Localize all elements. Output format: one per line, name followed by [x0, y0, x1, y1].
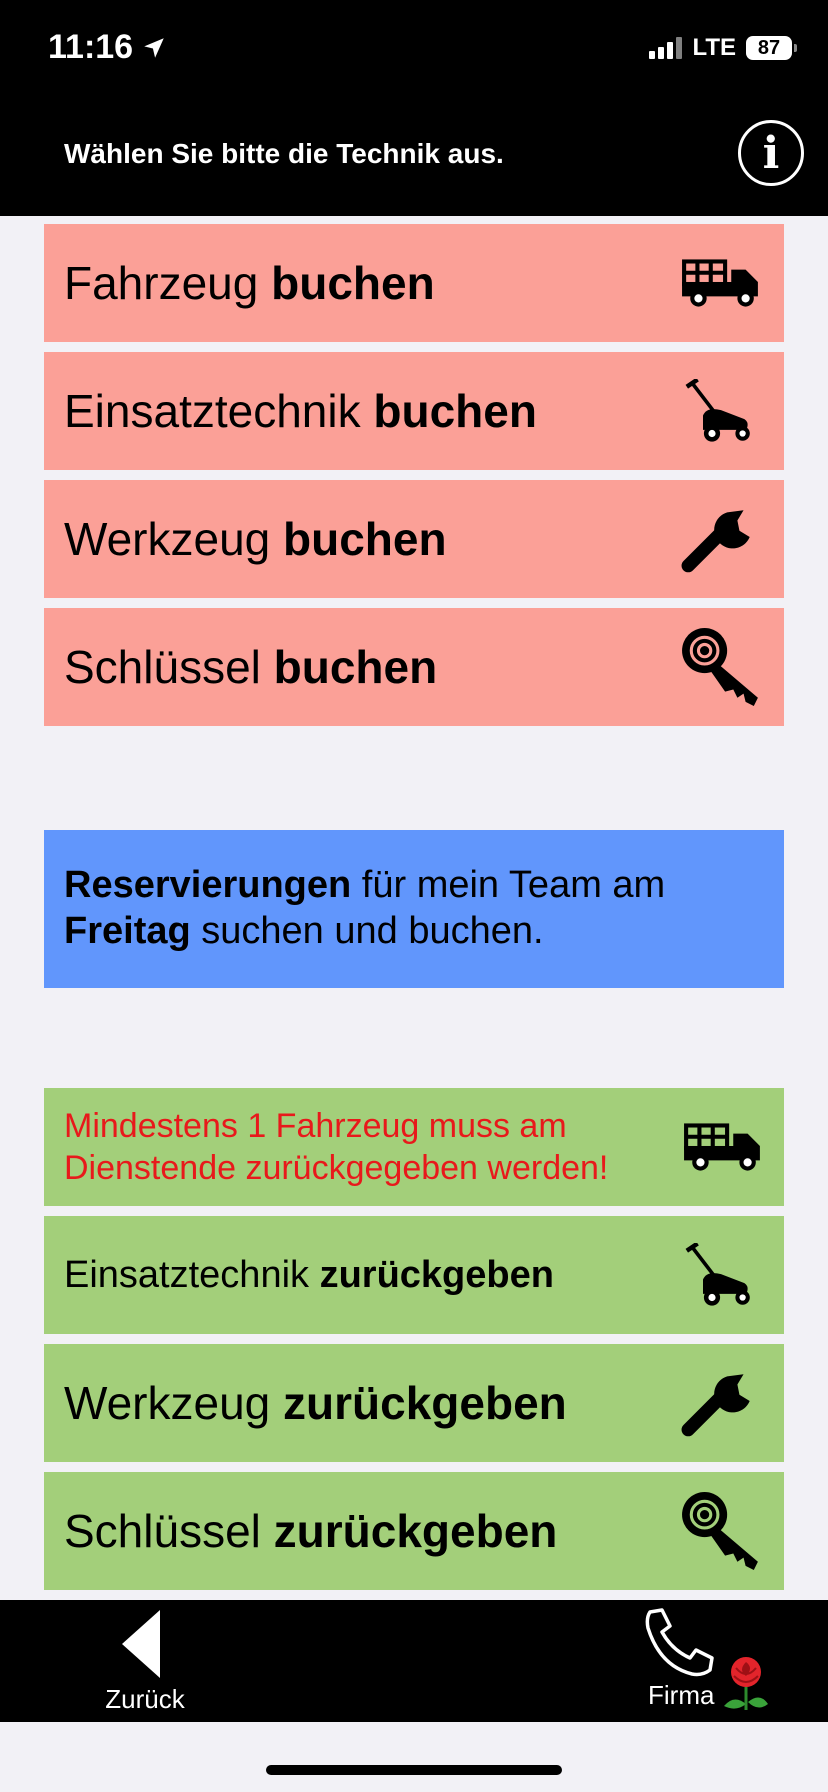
reservation-bold-1: Reservierungen: [64, 864, 352, 906]
reservation-text-2: suchen und buchen.: [190, 910, 544, 952]
label-bold: buchen: [283, 513, 447, 565]
phone-icon: [645, 1608, 714, 1677]
return-tool-label: Werkzeug zurückgeben: [64, 1376, 567, 1430]
label-text: Einsatztechnik: [64, 1253, 320, 1296]
book-key-button[interactable]: Schlüssel buchen: [44, 608, 784, 726]
home-indicator[interactable]: [266, 1765, 562, 1775]
book-vehicle-button[interactable]: Fahrzeug buchen: [44, 224, 784, 342]
app-header: Wählen Sie bitte die Technik aus. i: [0, 100, 828, 216]
book-key-label: Schlüssel buchen: [64, 640, 437, 694]
return-vehicle-button[interactable]: Mindestens 1 Fahrzeug muss am Dienstende…: [44, 1088, 784, 1206]
company-label: Firma: [648, 1680, 715, 1710]
return-equipment-button[interactable]: Einsatztechnik zurückgeben: [44, 1216, 784, 1334]
wrench-icon: [678, 496, 764, 582]
book-tool-button[interactable]: Werkzeug buchen: [44, 480, 784, 598]
reservation-bold-2: Freitag: [64, 910, 191, 952]
battery-level: 87: [757, 36, 781, 59]
info-icon: i: [762, 127, 780, 179]
book-vehicle-label: Fahrzeug buchen: [64, 256, 435, 310]
team-reservation-button[interactable]: Reservierungen für mein Team am Freitag …: [44, 830, 784, 988]
book-equipment-button[interactable]: Einsatztechnik buchen: [44, 352, 784, 470]
network-type: LTE: [692, 34, 736, 61]
bottom-nav-bar: Zurück Firma: [0, 1600, 828, 1722]
status-bar: 11:16 LTE 87: [0, 0, 828, 100]
label-text: Einsatztechnik: [64, 385, 374, 437]
label-text: Fahrzeug: [64, 257, 272, 309]
lawnmower-icon: [678, 1232, 764, 1318]
wrench-icon: [678, 1360, 764, 1446]
return-key-label: Schlüssel zurückgeben: [64, 1504, 557, 1558]
label-text: Werkzeug: [64, 1377, 284, 1429]
key-icon: [678, 1488, 764, 1574]
label-text: Schlüssel: [64, 641, 274, 693]
signal-icon: [649, 37, 683, 59]
truck-icon: [682, 1104, 764, 1190]
lawnmower-icon: [678, 368, 764, 454]
return-equipment-label: Einsatztechnik zurückgeben: [64, 1254, 554, 1297]
return-vehicle-warning: Mindestens 1 Fahrzeug muss am Dienstende…: [64, 1107, 609, 1187]
label-text: Werkzeug: [64, 513, 284, 565]
return-key-button[interactable]: Schlüssel zurückgeben: [44, 1472, 784, 1590]
label-bold: buchen: [271, 257, 435, 309]
label-bold: buchen: [373, 385, 537, 437]
clock: 11:16: [48, 28, 134, 66]
book-equipment-label: Einsatztechnik buchen: [64, 384, 537, 438]
page-title: Wählen Sie bitte die Technik aus.: [64, 138, 504, 169]
back-button[interactable]: Zurück: [100, 1610, 190, 1715]
back-label: Zurück: [105, 1684, 185, 1714]
location-arrow-icon: [144, 37, 164, 58]
label-bold: zurückgeben: [273, 1505, 558, 1557]
status-indicators: LTE 87: [649, 34, 797, 62]
battery-icon: 87: [746, 36, 797, 60]
label-bold: zurückgeben: [319, 1253, 554, 1296]
key-icon: [678, 624, 764, 710]
label-text: Schlüssel: [64, 1505, 274, 1557]
info-button[interactable]: i: [738, 120, 804, 186]
return-tool-button[interactable]: Werkzeug zurückgeben: [44, 1344, 784, 1462]
reservation-text-1: für mein Team am: [351, 864, 666, 906]
status-time: 11:16: [48, 28, 167, 67]
label-bold: zurückgeben: [283, 1377, 567, 1429]
book-tool-label: Werkzeug buchen: [64, 512, 447, 566]
back-arrow-icon: [122, 1610, 160, 1678]
label-bold: buchen: [273, 641, 438, 693]
truck-icon: [678, 240, 764, 326]
rose-icon: [724, 1657, 768, 1710]
